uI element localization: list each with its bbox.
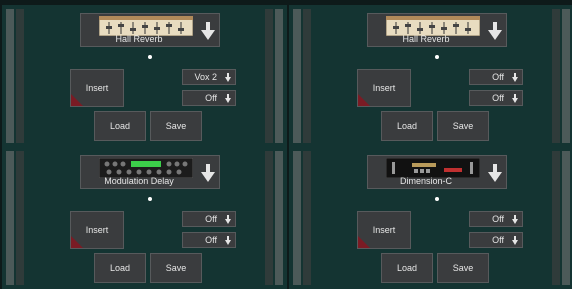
save-button[interactable]: Save: [150, 111, 202, 141]
down-arrow-icon: [512, 236, 518, 245]
left-rail: [293, 151, 311, 285]
effect-slot-1: Hall Reverb Insert Vox 2 Off Load Save: [2, 5, 287, 147]
left-rail: [6, 151, 24, 285]
effect-slot-2: Hall Reverb Insert Off Off Load Save: [289, 5, 572, 147]
insert-button[interactable]: Insert: [357, 69, 411, 107]
select-value: Off: [205, 235, 217, 245]
left-rail: [293, 9, 311, 143]
effect-selector-button[interactable]: Dimension-C: [367, 155, 507, 189]
load-button[interactable]: Load: [94, 253, 146, 283]
select-value: Off: [205, 93, 217, 103]
down-arrow-icon: [225, 236, 231, 245]
routing-select-1[interactable]: Off: [469, 211, 523, 227]
right-rail: [552, 151, 570, 285]
select-value: Off: [492, 235, 504, 245]
routing-select-1[interactable]: Vox 2: [182, 69, 236, 85]
down-arrow-icon: [201, 22, 215, 40]
effect-name: Hall Reverb: [402, 34, 450, 44]
effect-slot-4: Dimension-C Insert Off Off Load Save: [289, 147, 572, 289]
hall-reverb-thumbnail: [99, 16, 193, 36]
dot-icon: [148, 55, 152, 59]
down-arrow-icon: [225, 94, 231, 103]
select-value: Off: [205, 214, 217, 224]
modulation-delay-thumbnail: [99, 158, 193, 178]
right-rail: [265, 151, 283, 285]
right-rail: [552, 9, 570, 143]
insert-button[interactable]: Insert: [70, 211, 124, 249]
right-rail: [265, 9, 283, 143]
insert-marker: [358, 94, 370, 106]
down-arrow-icon: [512, 94, 518, 103]
down-arrow-icon: [225, 73, 231, 82]
down-arrow-icon: [225, 215, 231, 224]
insert-button[interactable]: Insert: [70, 69, 124, 107]
save-button[interactable]: Save: [437, 253, 489, 283]
insert-label: Insert: [85, 83, 109, 93]
routing-select-1[interactable]: Off: [182, 211, 236, 227]
down-arrow-icon: [512, 73, 518, 82]
effect-name: Modulation Delay: [104, 176, 174, 186]
down-arrow-icon: [512, 215, 518, 224]
dot-icon: [148, 197, 152, 201]
load-button[interactable]: Load: [94, 111, 146, 141]
effect-slot-3: Modulation Delay Insert Off Off Load Sav…: [2, 147, 287, 289]
insert-label: Insert: [85, 225, 109, 235]
routing-select-2[interactable]: Off: [469, 90, 523, 106]
effect-name: Hall Reverb: [115, 34, 163, 44]
insert-label: Insert: [372, 225, 396, 235]
load-button[interactable]: Load: [381, 253, 433, 283]
effect-selector-button[interactable]: Modulation Delay: [80, 155, 220, 189]
select-value: Off: [492, 72, 504, 82]
effect-selector-button[interactable]: Hall Reverb: [80, 13, 220, 47]
dot-icon: [435, 197, 439, 201]
dimension-c-thumbnail: [386, 158, 480, 178]
hall-reverb-thumbnail: [386, 16, 480, 36]
insert-button[interactable]: Insert: [357, 211, 411, 249]
insert-marker: [358, 236, 370, 248]
routing-select-2[interactable]: Off: [182, 90, 236, 106]
down-arrow-icon: [488, 22, 502, 40]
save-button[interactable]: Save: [150, 253, 202, 283]
routing-select-2[interactable]: Off: [182, 232, 236, 248]
load-button[interactable]: Load: [381, 111, 433, 141]
down-arrow-icon: [488, 164, 502, 182]
select-value: Off: [492, 93, 504, 103]
select-value: Off: [492, 214, 504, 224]
routing-select-1[interactable]: Off: [469, 69, 523, 85]
effect-name: Dimension-C: [399, 176, 452, 186]
dot-icon: [435, 55, 439, 59]
insert-label: Insert: [372, 83, 396, 93]
select-value: Vox 2: [194, 72, 217, 82]
left-rail: [6, 9, 24, 143]
save-button[interactable]: Save: [437, 111, 489, 141]
insert-marker: [71, 236, 83, 248]
down-arrow-icon: [201, 164, 215, 182]
routing-select-2[interactable]: Off: [469, 232, 523, 248]
insert-marker: [71, 94, 83, 106]
effect-selector-button[interactable]: Hall Reverb: [367, 13, 507, 47]
